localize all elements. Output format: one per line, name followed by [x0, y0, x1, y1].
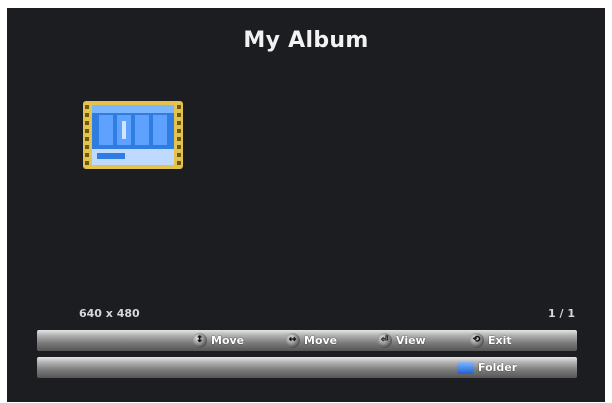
hint-exit[interactable]: ⟲ Exit: [469, 333, 512, 348]
hint-label: Move: [304, 334, 338, 347]
album-screen: My Album 640 x 480 1 / 1 ↕ Move ↔ Move ⏎…: [7, 8, 605, 402]
left-right-arrows-icon: ↔: [285, 333, 300, 348]
exit-icon: ⟲: [469, 333, 484, 348]
hint-move-horizontal[interactable]: ↔ Move: [285, 333, 337, 348]
page-indicator: 1 / 1: [548, 307, 575, 320]
resolution-text: 640 x 480: [79, 307, 140, 320]
secondary-bar: Folder: [37, 357, 577, 378]
hint-label: Exit: [488, 334, 512, 347]
hint-folder[interactable]: Folder: [457, 360, 517, 375]
hint-move-vertical[interactable]: ↕ Move: [192, 333, 244, 348]
enter-icon: ⏎: [377, 333, 392, 348]
hint-label: Folder: [478, 361, 518, 374]
up-down-arrows-icon: ↕: [192, 333, 207, 348]
hint-label: Move: [211, 334, 245, 347]
hint-label: View: [396, 334, 426, 347]
hints-bar: ↕ Move ↔ Move ⏎ View ⟲ Exit: [37, 330, 577, 351]
hint-view[interactable]: ⏎ View: [377, 333, 426, 348]
filmstrip-folder-icon: [83, 101, 183, 169]
page-title: My Album: [243, 28, 369, 53]
folder-icon: [457, 361, 474, 374]
album-thumbnail[interactable]: [79, 99, 187, 171]
